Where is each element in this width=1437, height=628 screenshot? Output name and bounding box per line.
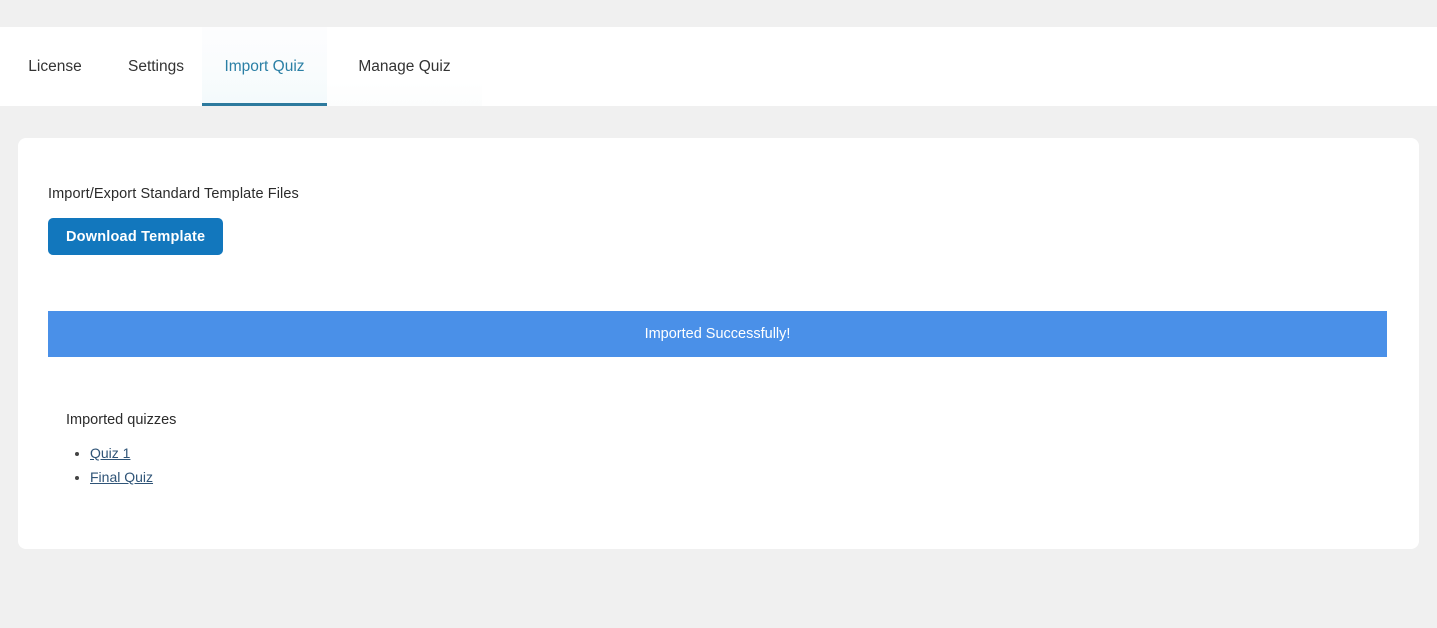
quiz-link-final-quiz[interactable]: Final Quiz — [90, 469, 153, 485]
tab-license[interactable]: License — [0, 27, 110, 106]
imported-quizzes-title: Imported quizzes — [66, 412, 177, 428]
tab-import-quiz[interactable]: Import Quiz — [202, 27, 327, 106]
tab-manage-quiz[interactable]: Manage Quiz — [327, 27, 482, 106]
tab-settings-label: Settings — [127, 57, 184, 75]
imported-quizzes-list: Quiz 1 Final Quiz — [66, 441, 153, 489]
tab-settings[interactable]: Settings — [110, 27, 202, 106]
import-success-banner: Imported Successfully! — [48, 311, 1387, 357]
tab-license-label: License — [28, 57, 82, 75]
content-card: Import/Export Standard Template Files Do… — [18, 138, 1419, 549]
import-success-text: Imported Successfully! — [644, 326, 791, 342]
tab-manage-quiz-label: Manage Quiz — [358, 57, 451, 75]
app-page: License Settings Import Quiz Manage Quiz… — [0, 0, 1437, 628]
tab-import-quiz-label: Import Quiz — [224, 57, 305, 75]
quiz-link-quiz-1[interactable]: Quiz 1 — [90, 445, 130, 461]
download-template-button[interactable]: Download Template — [48, 218, 224, 255]
section-label: Import/Export Standard Template Files — [48, 186, 299, 202]
list-item: Quiz 1 — [90, 441, 153, 465]
tab-bar: License Settings Import Quiz Manage Quiz — [0, 27, 1437, 106]
top-background-strip — [0, 0, 1437, 27]
list-item: Final Quiz — [90, 465, 153, 489]
